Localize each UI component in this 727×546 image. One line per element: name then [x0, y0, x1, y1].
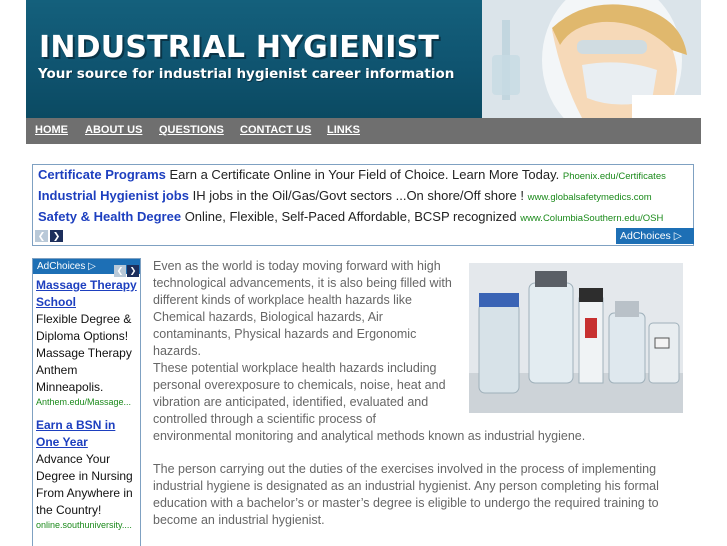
ad-body: Advance Your Degree in Nursing From Anyw…: [36, 452, 133, 517]
ad-title[interactable]: Industrial Hygienist jobs: [38, 188, 189, 203]
chevron-right-icon[interactable]: ❯: [50, 230, 63, 242]
nav-home[interactable]: HOME: [35, 124, 68, 138]
adchoices-icon: ▷: [88, 261, 96, 272]
site-header: INDUSTRIAL HYGIENIST Your source for ind…: [26, 0, 701, 118]
page-frame: INDUSTRIAL HYGIENIST Your source for ind…: [26, 0, 701, 546]
ad-body: Earn a Certificate Online in Your Field …: [169, 167, 560, 182]
side-ad-unit: AdChoices ▷ ❮ ❯ Massage Therapy School Fl…: [32, 258, 141, 546]
body-paragraph: The person carrying out the duties of th…: [153, 462, 659, 527]
chevron-right-icon[interactable]: ❯: [127, 265, 139, 277]
nav-about-us[interactable]: ABOUT US: [85, 124, 142, 138]
top-ad-unit: Certificate Programs Earn a Certificate …: [32, 164, 694, 246]
ad-url[interactable]: Phoenix.edu/Certificates: [563, 171, 666, 182]
adchoices-badge[interactable]: AdChoices ▷: [616, 228, 694, 244]
intro-paragraph-continued: These potential workplace health hazards…: [153, 361, 446, 426]
ad-body: Flexible Degree & Diploma Options! Massa…: [36, 312, 132, 394]
intro-paragraph: Even as the world is today moving forwar…: [153, 259, 452, 358]
side-ad-pager: ❮ ❯: [113, 260, 139, 278]
main-nav: HOME ABOUT US QUESTIONS CONTACT US LINKS: [26, 118, 701, 144]
adchoices-icon: ▷: [673, 230, 682, 242]
adchoices-label: AdChoices: [37, 261, 86, 272]
side-ad-item[interactable]: Earn a BSN in One Year Advance Your Degr…: [36, 417, 138, 532]
ad-title[interactable]: Safety & Health Degree: [38, 209, 181, 224]
intro-paragraph-end: environmental monitoring and analytical …: [153, 429, 586, 443]
site-tagline: Your source for industrial hygienist car…: [38, 66, 455, 82]
ad-title[interactable]: Massage Therapy School: [36, 277, 138, 311]
ad-title[interactable]: Certificate Programs: [38, 167, 166, 182]
ad-title[interactable]: Earn a BSN in One Year: [36, 417, 138, 451]
site-title[interactable]: INDUSTRIAL HYGIENIST: [39, 30, 439, 65]
ad-body: IH jobs in the Oil/Gas/Govt sectors ...O…: [192, 188, 524, 203]
ad-pager: ❮ ❯: [35, 230, 65, 248]
ad-url[interactable]: www.globalsafetymedics.com: [528, 192, 652, 203]
ad-url[interactable]: Anthem.edu/Massage...: [36, 396, 138, 409]
chevron-left-icon[interactable]: ❮: [114, 265, 126, 277]
ad-item[interactable]: Certificate Programs Earn a Certificate …: [38, 167, 666, 185]
ad-item[interactable]: Safety & Health Degree Online, Flexible,…: [38, 209, 663, 227]
ad-item[interactable]: Industrial Hygienist jobs IH jobs in the…: [38, 188, 652, 206]
ad-url[interactable]: online.southuniversity....: [36, 519, 138, 532]
ad-url[interactable]: www.ColumbiaSouthern.edu/OSH: [520, 213, 663, 224]
adchoices-label: AdChoices: [620, 230, 671, 242]
scientist-photo: [482, 0, 701, 118]
nav-links[interactable]: LINKS: [327, 124, 360, 138]
nav-contact-us[interactable]: CONTACT US: [240, 124, 311, 138]
lab-bottles-photo: [469, 263, 683, 413]
chevron-left-icon[interactable]: ❮: [35, 230, 48, 242]
side-ad-item[interactable]: Massage Therapy School Flexible Degree &…: [36, 277, 138, 409]
nav-questions[interactable]: QUESTIONS: [159, 124, 224, 138]
ad-body: Online, Flexible, Self-Paced Affordable,…: [184, 209, 517, 224]
